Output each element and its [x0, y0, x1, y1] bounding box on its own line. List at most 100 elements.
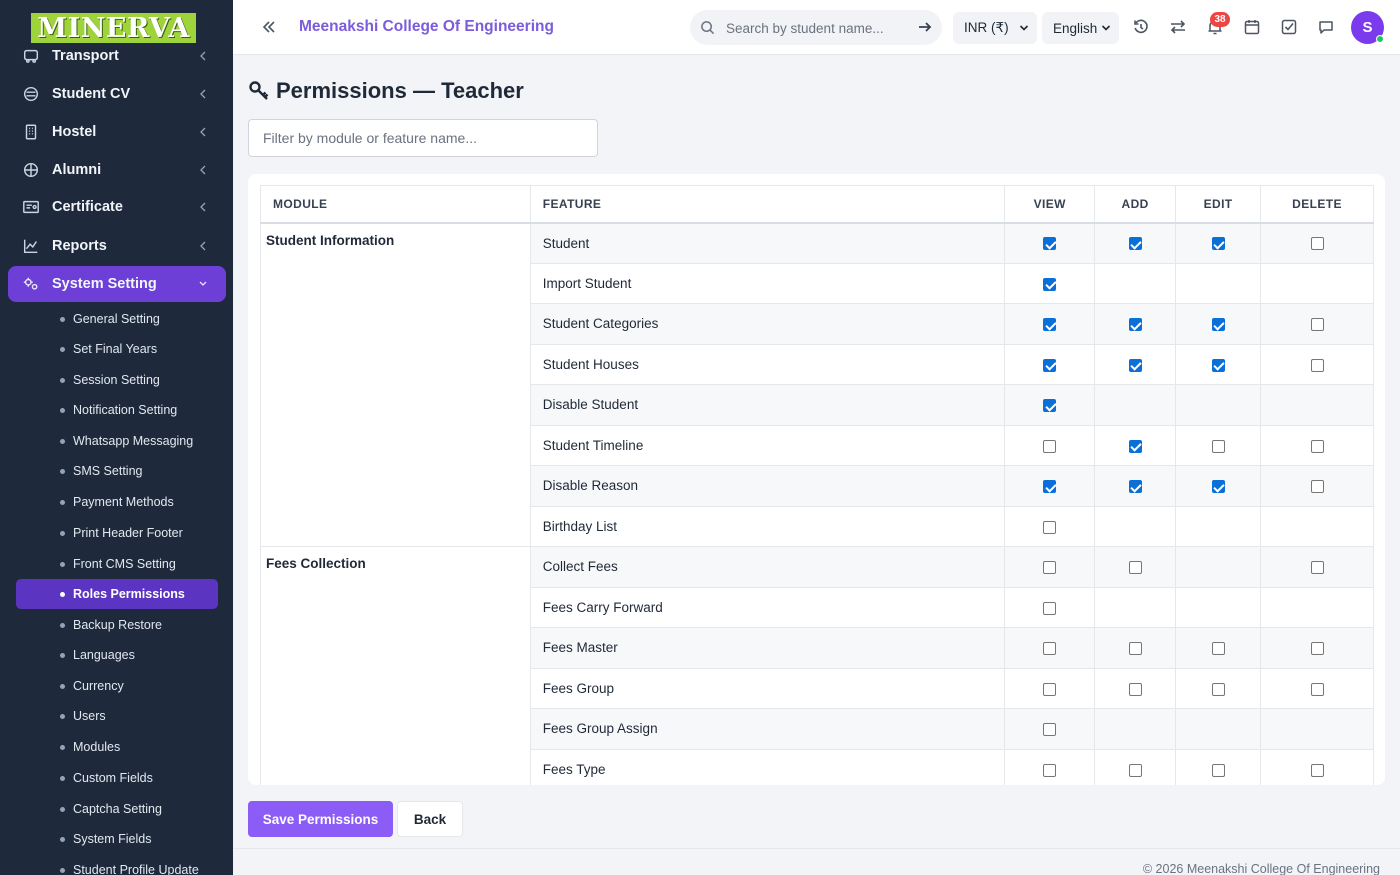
submenu-front-cms-setting[interactable]: Front CMS Setting [16, 549, 218, 579]
edit-checkbox[interactable] [1211, 682, 1225, 696]
view-checkbox[interactable] [1043, 642, 1057, 656]
submenu-notification-setting[interactable]: Notification Setting [16, 395, 218, 425]
delete-checkbox[interactable] [1310, 480, 1324, 494]
cell-view [1004, 748, 1096, 785]
edit-checkbox[interactable] [1211, 642, 1225, 656]
add-checkbox[interactable] [1128, 439, 1142, 453]
submenu-whatsapp-messaging[interactable]: Whatsapp Messaging [16, 426, 218, 456]
view-checkbox[interactable] [1043, 399, 1057, 413]
cell-add [1094, 667, 1177, 709]
view-checkbox[interactable] [1043, 237, 1057, 251]
cell-edit [1175, 303, 1262, 345]
submenu-languages[interactable]: Languages [16, 640, 218, 670]
sidebar-item-system-setting[interactable]: System Setting [8, 266, 226, 302]
task-check-icon[interactable] [1280, 18, 1298, 36]
arrow-right-icon[interactable] [918, 20, 932, 34]
table-row: Student Information Student [260, 222, 1374, 547]
submenu-system-fields[interactable]: System Fields [16, 824, 218, 854]
edit-checkbox[interactable] [1211, 480, 1225, 494]
cell-view [1004, 465, 1096, 507]
cell-delete [1260, 546, 1374, 588]
save-permissions-button[interactable]: Save Permissions [248, 801, 393, 837]
bullet-icon [60, 317, 65, 322]
add-checkbox[interactable] [1128, 763, 1142, 777]
submenu-payment-methods[interactable]: Payment Methods [16, 487, 218, 517]
bullet-icon [60, 684, 65, 689]
delete-checkbox[interactable] [1310, 642, 1324, 656]
add-checkbox[interactable] [1128, 318, 1142, 332]
cell-delete [1260, 586, 1374, 628]
language-select[interactable]: English [1042, 12, 1119, 44]
submenu-print-header-footer[interactable]: Print Header Footer [16, 518, 218, 548]
add-checkbox[interactable] [1128, 237, 1142, 251]
submenu-student-profile-update[interactable]: Student Profile Update [16, 855, 218, 875]
delete-checkbox[interactable] [1310, 682, 1324, 696]
brand-logo[interactable]: MINERVA [31, 13, 196, 44]
submenu-currency[interactable]: Currency [16, 671, 218, 701]
search-input[interactable] [726, 18, 906, 38]
view-checkbox[interactable] [1043, 480, 1057, 494]
view-checkbox[interactable] [1043, 682, 1057, 696]
submenu-session-setting[interactable]: Session Setting [16, 365, 218, 395]
building-icon [22, 123, 40, 141]
delete-checkbox[interactable] [1310, 318, 1324, 332]
cell-add [1094, 222, 1177, 264]
edit-checkbox[interactable] [1211, 237, 1225, 251]
view-checkbox[interactable] [1043, 561, 1057, 575]
history-icon[interactable] [1132, 18, 1150, 36]
view-checkbox[interactable] [1043, 763, 1057, 777]
cell-view [1004, 303, 1096, 345]
college-name[interactable]: Meenakshi College Of Engineering [299, 18, 554, 36]
sidebar-item-hostel[interactable]: Hostel [8, 114, 226, 150]
delete-checkbox[interactable] [1310, 237, 1324, 251]
sidebar-item-label: Hostel [52, 124, 97, 140]
view-checkbox[interactable] [1043, 601, 1057, 615]
view-checkbox[interactable] [1043, 439, 1057, 453]
submenu-set-final-years[interactable]: Set Final Years [16, 334, 218, 364]
submenu-sms-setting[interactable]: SMS Setting [16, 456, 218, 486]
sidebar-item-student-cv[interactable]: Student CV [8, 76, 226, 112]
view-checkbox[interactable] [1043, 358, 1057, 372]
add-checkbox[interactable] [1128, 561, 1142, 575]
submenu-users[interactable]: Users [16, 701, 218, 731]
add-checkbox[interactable] [1128, 682, 1142, 696]
calendar-icon[interactable] [1243, 18, 1261, 36]
currency-select[interactable]: INR (₹) [953, 12, 1037, 44]
edit-checkbox[interactable] [1211, 763, 1225, 777]
add-checkbox[interactable] [1128, 480, 1142, 494]
collapse-sidebar-icon[interactable] [261, 18, 277, 36]
sidebar-item-certificate[interactable]: Certificate [8, 189, 226, 225]
delete-checkbox[interactable] [1310, 439, 1324, 453]
view-checkbox[interactable] [1043, 318, 1057, 332]
sidebar-item-alumni[interactable]: Alumni [8, 152, 226, 188]
delete-checkbox[interactable] [1310, 358, 1324, 372]
bullet-icon [60, 592, 65, 597]
chat-icon[interactable] [1317, 18, 1335, 36]
cell-edit [1175, 424, 1262, 466]
filter-input[interactable] [248, 119, 598, 157]
view-checkbox[interactable] [1043, 520, 1057, 534]
add-checkbox[interactable] [1128, 642, 1142, 656]
cell-view [1004, 708, 1096, 750]
submenu-general-setting[interactable]: General Setting [16, 304, 218, 334]
view-checkbox[interactable] [1043, 723, 1057, 737]
back-button[interactable]: Back [397, 801, 463, 837]
submenu-backup-restore[interactable]: Backup Restore [16, 610, 218, 640]
submenu-captcha-setting[interactable]: Captcha Setting [16, 794, 218, 824]
delete-checkbox[interactable] [1310, 763, 1324, 777]
submenu-roles-permissions[interactable]: Roles Permissions [16, 579, 218, 609]
view-checkbox[interactable] [1043, 277, 1057, 291]
gears-icon [22, 275, 40, 293]
switch-arrows-icon[interactable] [1169, 18, 1187, 36]
edit-checkbox[interactable] [1211, 318, 1225, 332]
submenu-custom-fields[interactable]: Custom Fields [16, 763, 218, 793]
cell-delete [1260, 343, 1374, 385]
edit-checkbox[interactable] [1211, 439, 1225, 453]
edit-checkbox[interactable] [1211, 358, 1225, 372]
delete-checkbox[interactable] [1310, 561, 1324, 575]
cell-add [1094, 424, 1177, 466]
add-checkbox[interactable] [1128, 358, 1142, 372]
permissions-card: MODULE FEATURE VIEW ADD EDIT DELETE Stud… [248, 174, 1385, 785]
sidebar-item-reports[interactable]: Reports [8, 228, 226, 264]
submenu-modules[interactable]: Modules [16, 732, 218, 762]
